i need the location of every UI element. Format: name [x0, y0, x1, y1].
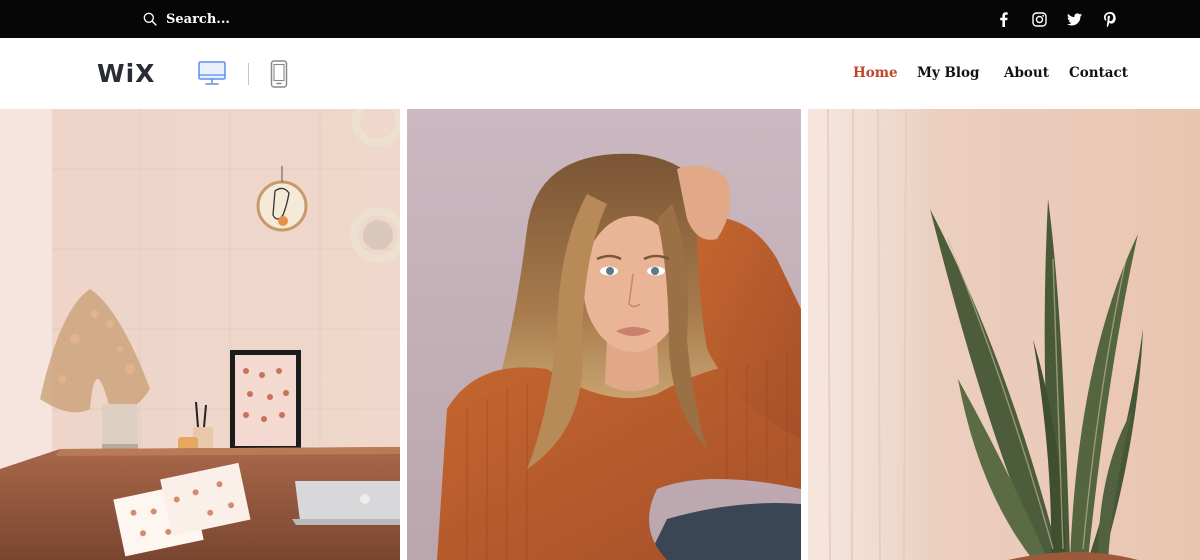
nav-contact[interactable]: Contact	[1069, 65, 1128, 81]
top-bar: Search...	[0, 0, 1200, 38]
woman-portrait-photo[interactable]	[407, 109, 801, 560]
snake-plant-photo[interactable]	[808, 109, 1200, 560]
nav-home[interactable]: Home	[853, 65, 898, 81]
instagram-icon[interactable]	[1031, 11, 1047, 27]
nav-about[interactable]: About	[1004, 65, 1049, 81]
workspace-desk-photo[interactable]	[0, 109, 400, 560]
search-input[interactable]: Search...	[166, 12, 230, 27]
site-logo[interactable]: WiX	[97, 60, 155, 88]
facebook-icon[interactable]	[995, 11, 1011, 27]
mobile-icon[interactable]	[270, 60, 288, 88]
site-header: WiX Home My Blog About Contact	[0, 38, 1200, 109]
desktop-icon[interactable]	[198, 61, 226, 87]
twitter-icon[interactable]	[1066, 11, 1082, 27]
pinterest-icon[interactable]	[1102, 11, 1118, 27]
device-divider	[248, 63, 249, 85]
search-icon	[143, 12, 157, 26]
nav-my-blog[interactable]: My Blog	[917, 65, 979, 81]
search-box[interactable]: Search...	[143, 10, 230, 28]
